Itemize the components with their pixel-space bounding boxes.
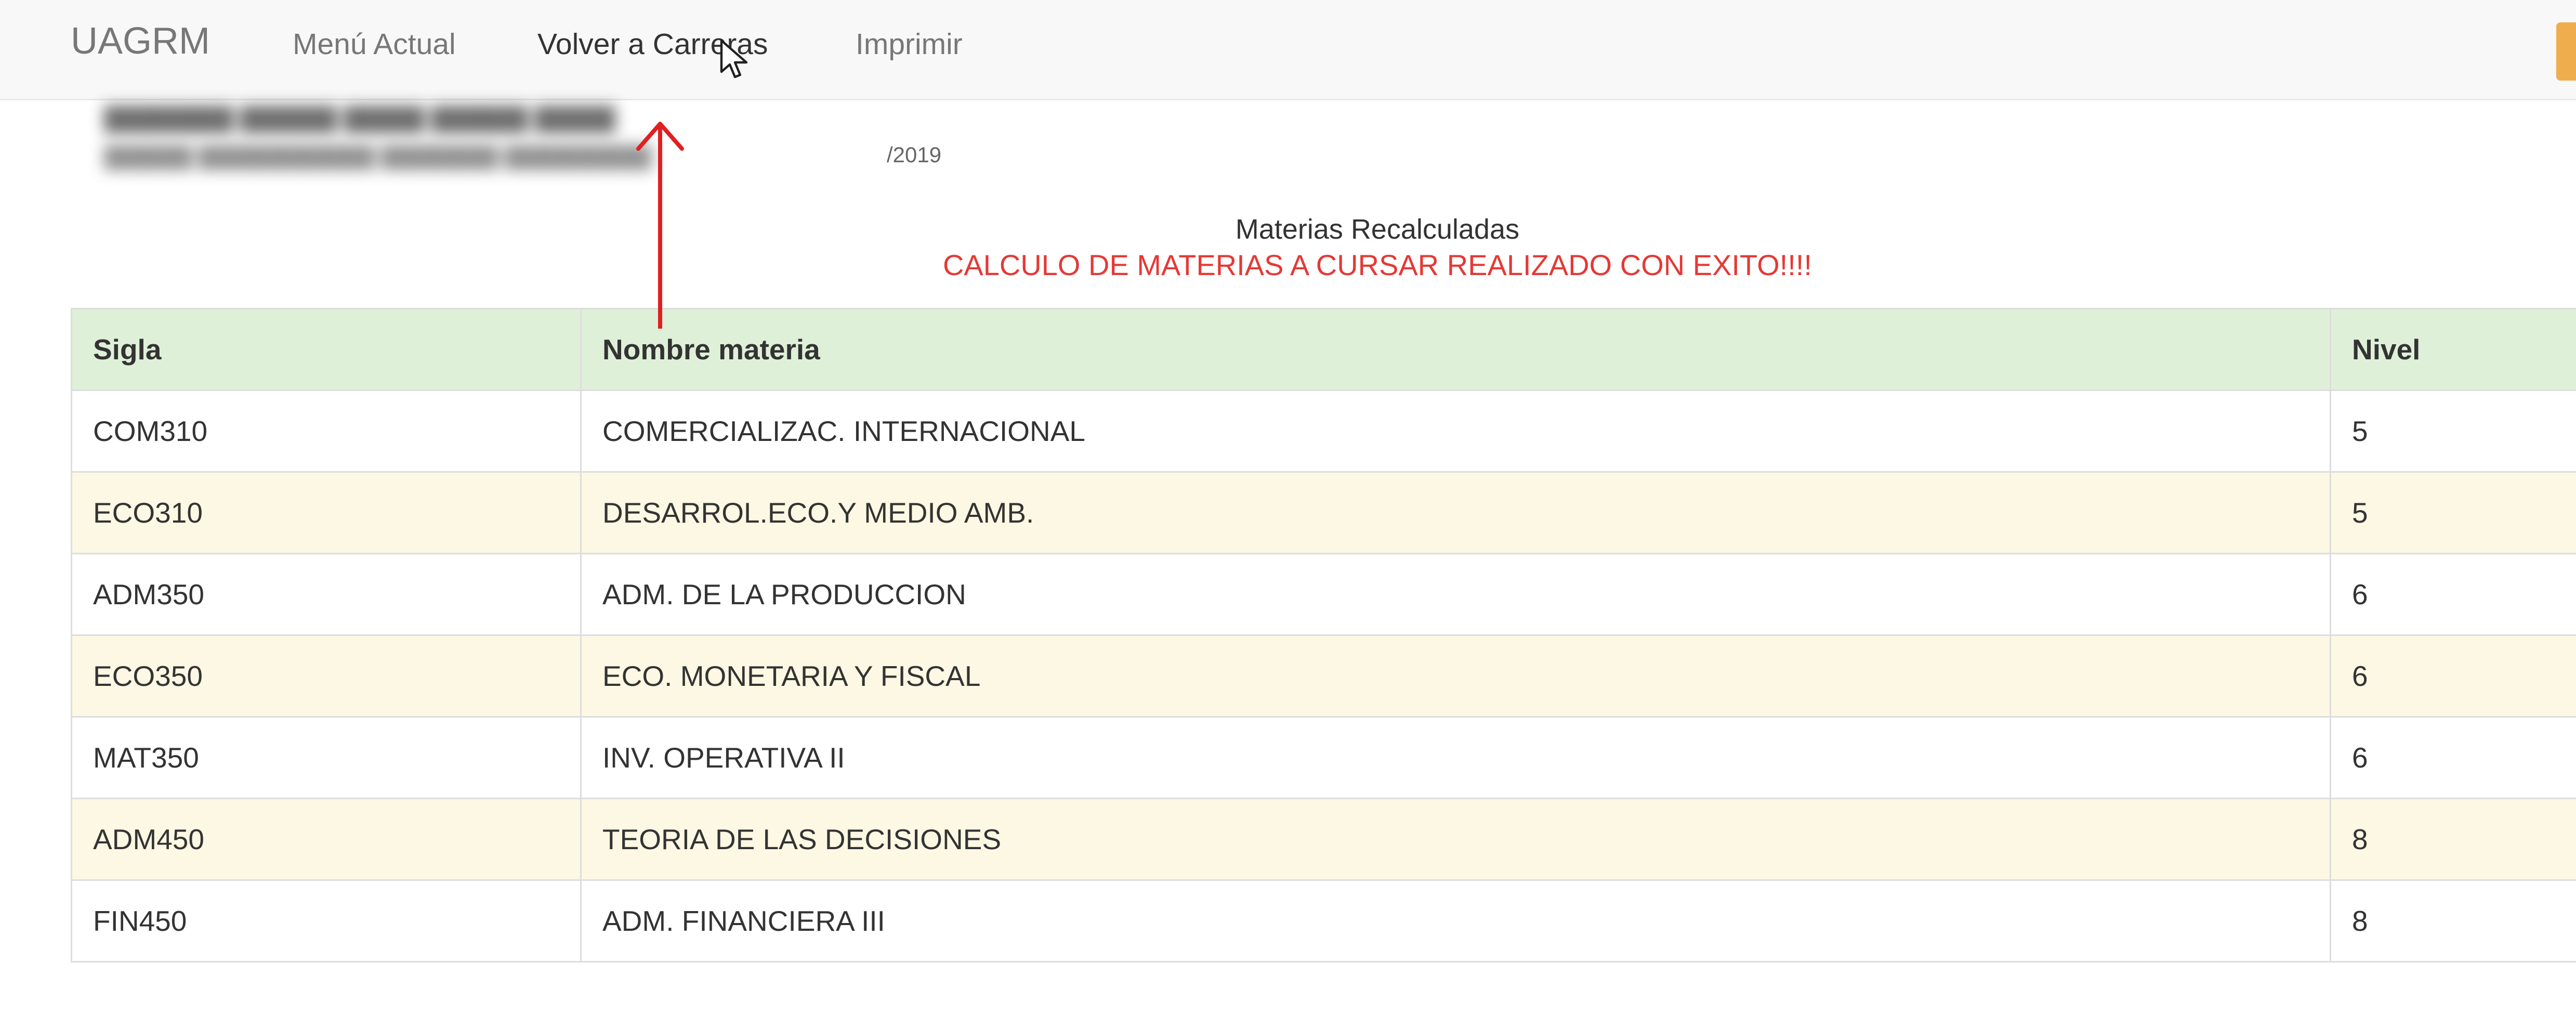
student-name-redacted: ████████ ██████ █████ ██████ █████ xyxy=(104,106,616,132)
column-header-sigla: Sigla xyxy=(71,308,582,391)
cell-sigla: ECO310 xyxy=(71,471,582,554)
brand-logo[interactable]: UAGRM xyxy=(71,20,210,62)
cell-sigla: ECO350 xyxy=(71,634,582,718)
top-navbar: UAGRM Menú Actual Volver a Carreras Impr… xyxy=(0,0,2576,100)
cell-sigla: ADM450 xyxy=(71,798,582,881)
table-row: MAT350 INV. OPERATIVA II 6 xyxy=(71,716,2576,799)
table-row: COM310 COMERCIALIZAC. INTERNACIONAL 5 xyxy=(71,389,2576,473)
cell-sigla: ADM350 xyxy=(71,553,582,636)
table-row: ECO350 ECO. MONETARIA Y FISCAL 6 xyxy=(71,634,2576,718)
cell-nivel: 6 xyxy=(2330,634,2576,718)
cell-nombre: ADM. DE LA PRODUCCION xyxy=(580,553,2331,636)
column-header-nombre: Nombre materia xyxy=(580,308,2331,391)
table-header-row: Sigla Nombre materia Nivel xyxy=(71,308,2576,391)
nav-link-imprimir[interactable]: Imprimir xyxy=(856,27,963,61)
student-date: /2019 xyxy=(887,142,942,167)
cell-nombre: INV. OPERATIVA II xyxy=(580,716,2331,799)
cell-sigla: COM310 xyxy=(71,389,582,473)
table-row: ECO310 DESARROL.ECO.Y MEDIO AMB. 5 xyxy=(71,471,2576,554)
table-row: FIN450 ADM. FINANCIERA III 8 xyxy=(71,879,2576,963)
cell-nombre: ECO. MONETARIA Y FISCAL xyxy=(580,634,2331,718)
table-row: ADM350 ADM. DE LA PRODUCCION 6 xyxy=(71,553,2576,636)
cell-nombre: COMERCIALIZAC. INTERNACIONAL xyxy=(580,389,2331,473)
column-header-nivel: Nivel xyxy=(2330,308,2576,391)
cell-nivel: 6 xyxy=(2330,716,2576,799)
page-subtitle: Materias Recalculadas xyxy=(1235,214,1520,245)
cell-sigla: MAT350 xyxy=(71,716,582,799)
cell-sigla: FIN450 xyxy=(71,879,582,963)
table-row: ADM450 TEORIA DE LAS DECISIONES 8 xyxy=(71,798,2576,881)
success-message: CALCULO DE MATERIAS A CURSAR REALIZADO C… xyxy=(942,249,1812,281)
student-details-redacted: ██████ ████████████ ████████ ██████████ xyxy=(104,145,652,168)
cell-nivel: 8 xyxy=(2330,798,2576,881)
cell-nombre: ADM. FINANCIERA III xyxy=(580,879,2331,963)
cell-nivel: 6 xyxy=(2330,553,2576,636)
cell-nivel: 8 xyxy=(2330,879,2576,963)
nav-link-menu-actual[interactable]: Menú Actual xyxy=(293,27,456,61)
mouse-cursor-icon xyxy=(720,39,748,79)
subjects-table: Sigla Nombre materia Nivel COM310 COMERC… xyxy=(71,308,2576,963)
cell-nombre: DESARROL.ECO.Y MEDIO AMB. xyxy=(580,471,2331,554)
cell-nivel: 5 xyxy=(2330,471,2576,554)
nav-accent-button[interactable] xyxy=(2556,22,2576,81)
cell-nivel: 5 xyxy=(2330,389,2576,473)
cell-nombre: TEORIA DE LAS DECISIONES xyxy=(580,798,2331,881)
